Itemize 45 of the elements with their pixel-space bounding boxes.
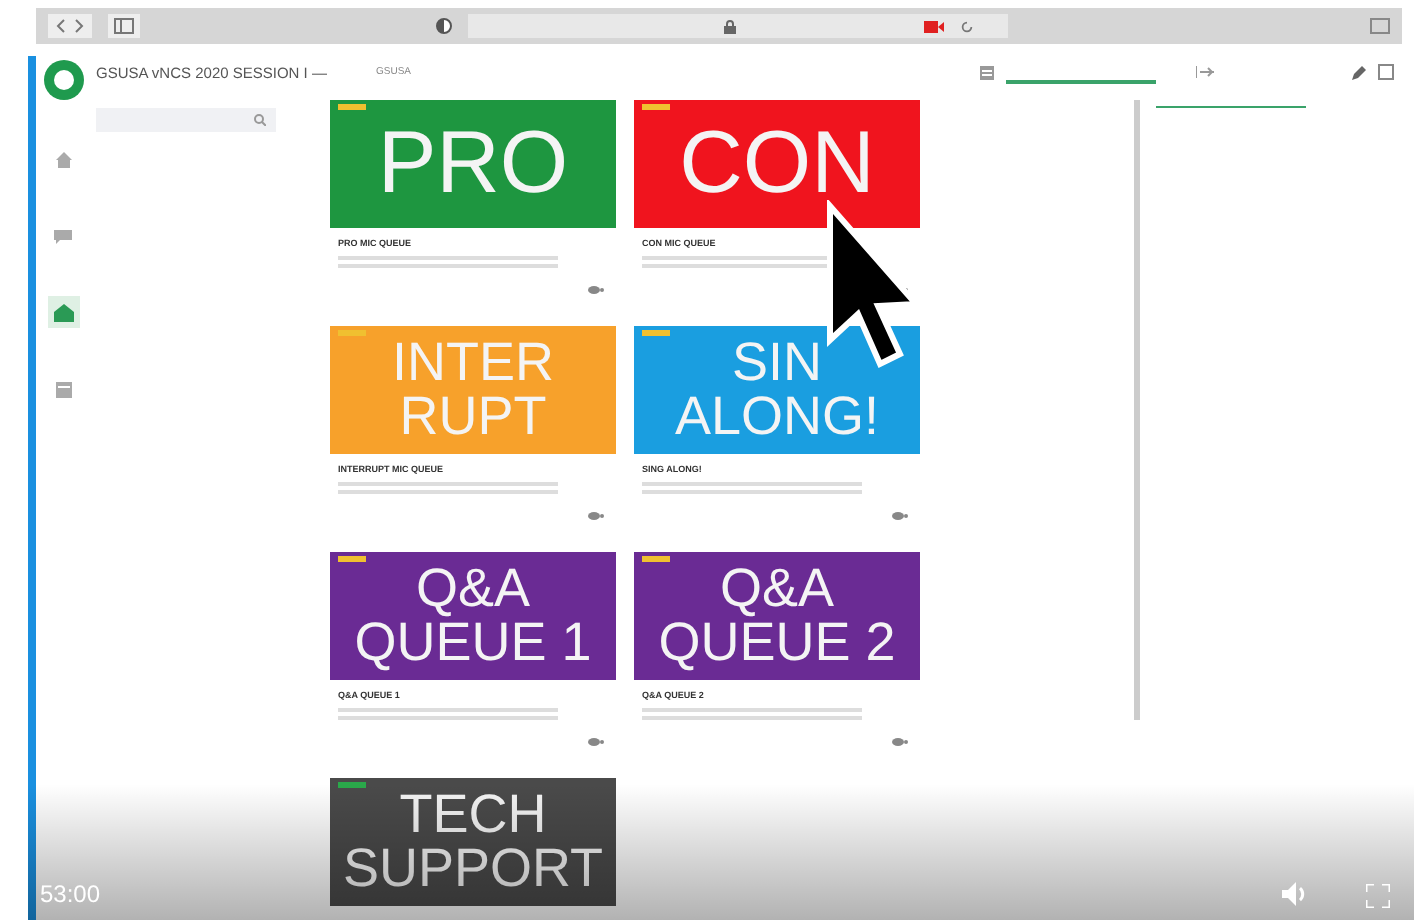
search-icon <box>254 114 266 126</box>
banner-text: PRO <box>377 120 569 208</box>
list-icon[interactable] <box>980 65 994 79</box>
banner-text: INTER <box>392 336 554 390</box>
pencil-icon[interactable] <box>1352 64 1366 80</box>
search-field[interactable] <box>96 108 276 132</box>
sidebar-item[interactable] <box>47 296 79 328</box>
camera-icon[interactable] <box>924 19 944 33</box>
eye-icon <box>588 738 604 746</box>
banner-text: Q&A <box>415 562 531 616</box>
arrow-icon[interactable] <box>1196 66 1214 78</box>
address-field[interactable] <box>468 14 1008 38</box>
window-icon[interactable] <box>1378 64 1394 80</box>
banner-text: CON <box>679 120 875 208</box>
scrollbar[interactable] <box>1134 100 1140 720</box>
calendar-icon <box>55 379 71 397</box>
video-time: 53:00 <box>40 880 101 908</box>
eye-icon <box>588 286 604 294</box>
banner-text: QUEUE 1 <box>354 616 592 670</box>
banner-text: Q&A <box>719 562 835 616</box>
banner-text: SIN <box>731 336 822 390</box>
back-forward-button[interactable] <box>48 14 92 38</box>
chat-icon <box>54 228 72 244</box>
volume-icon[interactable] <box>1282 880 1310 908</box>
banner-text: ALONG! <box>674 390 880 444</box>
window-icon[interactable] <box>1370 18 1390 34</box>
logo-icon <box>43 60 83 100</box>
home-icon <box>55 152 71 168</box>
reload-icon[interactable] <box>960 19 974 33</box>
sidebar-button[interactable] <box>108 14 140 38</box>
card-banner[interactable]: Q&A QUEUE 2 <box>634 552 920 680</box>
banner-text: QUEUE 2 <box>658 616 896 670</box>
lock-icon <box>724 19 736 33</box>
banner-text: RUPT <box>399 390 547 444</box>
fullscreen-icon[interactable] <box>1366 884 1390 908</box>
eye-icon <box>588 512 604 520</box>
half-circle-icon[interactable] <box>436 18 452 34</box>
banner-text: TECH <box>399 788 547 842</box>
eye-icon <box>892 738 908 746</box>
card-banner[interactable]: Q&A QUEUE 1 <box>330 552 616 680</box>
card-banner[interactable]: TECH SUPPORT <box>330 778 616 906</box>
building-icon <box>53 303 73 321</box>
banner-text: SUPPORT <box>342 842 604 896</box>
card-banner[interactable]: CON <box>634 100 920 228</box>
eye-icon <box>892 512 908 520</box>
